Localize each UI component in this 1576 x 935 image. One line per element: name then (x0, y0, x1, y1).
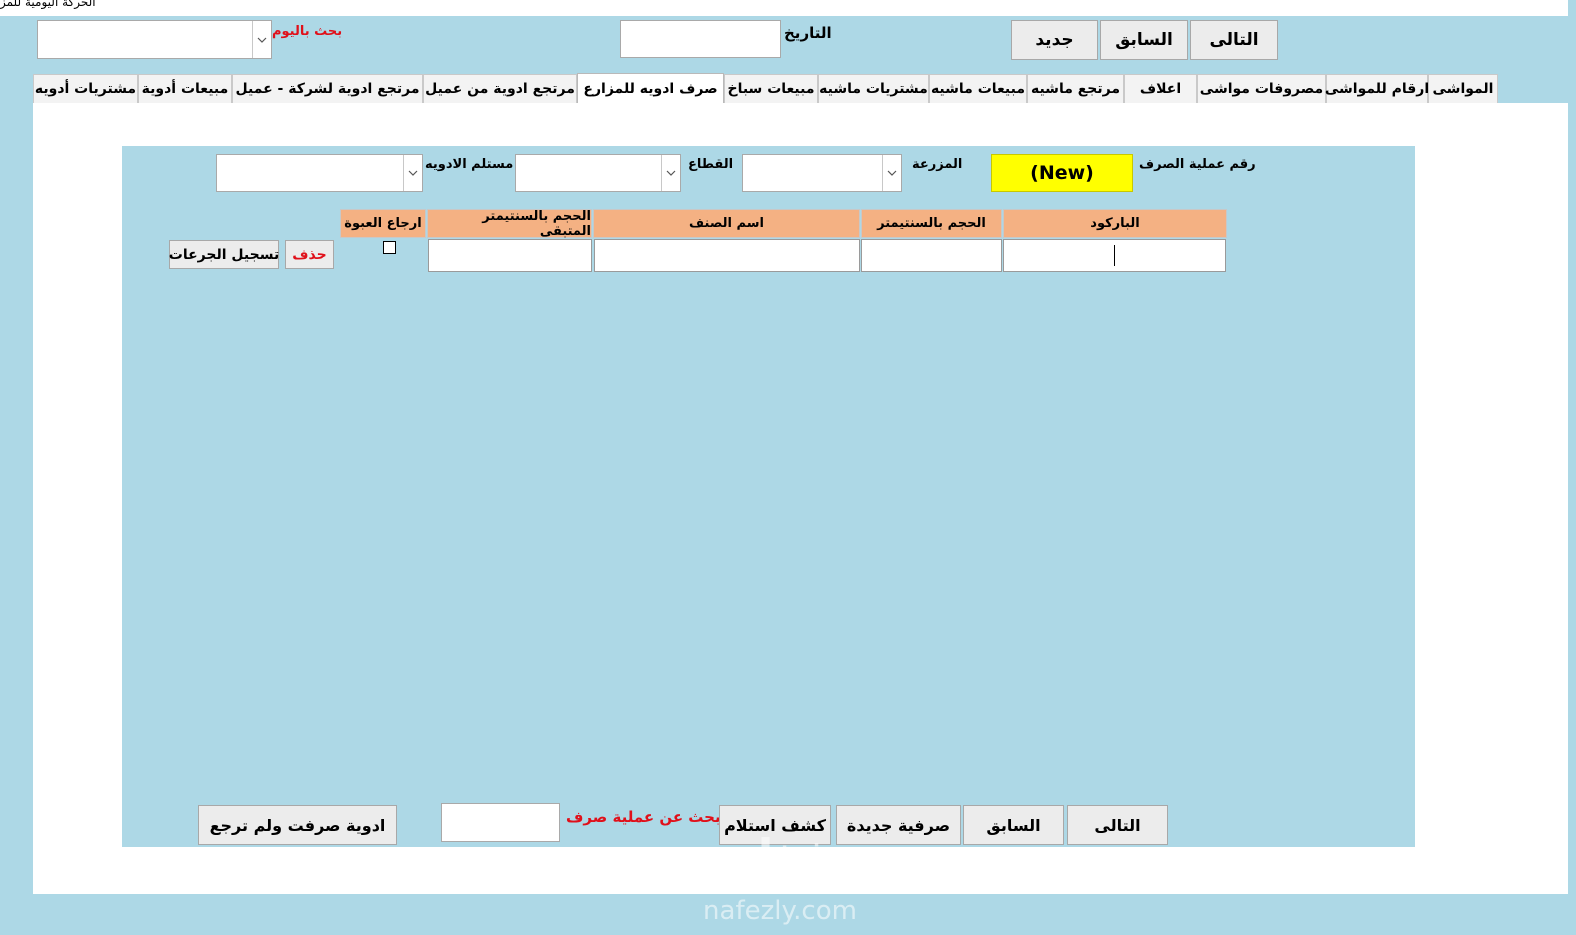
unreturned-medicines-button[interactable]: ادوية صرفت ولم ترجع (198, 805, 397, 845)
chevron-down-icon[interactable] (403, 155, 422, 191)
tab-livestock-expenses[interactable]: مصروفات مواشى (1197, 74, 1326, 103)
op-number-field[interactable]: (New) (991, 154, 1133, 192)
bottom-prev-button[interactable]: السابق (963, 805, 1064, 845)
bottom-next-button[interactable]: التالى (1067, 805, 1168, 845)
tab-manure-sales[interactable]: مبيعات سباخ (724, 74, 818, 103)
tab-livestock-purchases[interactable]: مشتريات ماشيه (818, 74, 929, 103)
tab-livestock-sales[interactable]: مبيعات ماشيه (929, 74, 1027, 103)
barcode-cell[interactable] (1003, 239, 1226, 272)
tab-livestock[interactable]: المواشى (1428, 74, 1498, 103)
tab-livestock-returns[interactable]: مرتجع ماشيه (1027, 74, 1124, 103)
volume-cm-cell[interactable] (861, 239, 1002, 272)
item-name-cell[interactable] (594, 239, 860, 272)
search-op-label: بحث عن عملية صرف (566, 808, 721, 826)
sector-label: القطاع (688, 157, 734, 172)
remaining-volume-cell[interactable] (428, 239, 592, 272)
return-pack-checkbox[interactable] (383, 241, 396, 254)
tab-farm-medicine-dispense[interactable]: صرف ادويه للمزارع (577, 73, 724, 103)
tab-strip: المواشى ارقام للمواشى مصروفات مواشى اعلا… (33, 73, 1498, 103)
date-field[interactable] (620, 20, 781, 58)
chevron-down-icon[interactable] (882, 155, 901, 191)
text-cursor (1114, 245, 1115, 266)
tab-livestock-numbers[interactable]: ارقام للمواشى (1325, 74, 1429, 103)
chevron-down-icon[interactable] (661, 155, 680, 191)
window-title-bar: الحركة اليومية للمز (0, 0, 1568, 16)
tab-medicine-sales[interactable]: مبيعات أدوية (138, 74, 232, 103)
next-record-button[interactable]: التالى (1190, 20, 1278, 60)
window-title: الحركة اليومية للمز (0, 0, 96, 9)
sector-combo[interactable] (515, 154, 681, 192)
col-return-pack: ارجاع العبوة (340, 209, 426, 238)
search-by-day-combo[interactable] (37, 20, 272, 59)
register-doses-button[interactable]: تسجيل الجرعات (169, 240, 279, 269)
col-remaining-volume: الحجم بالسنتيمتر المتبقى (427, 209, 592, 239)
delete-row-button[interactable]: حذف (285, 240, 334, 269)
col-volume-cm: الحجم بالسنتيمتر (861, 209, 1002, 238)
receiver-label: مستلم الادويه (425, 157, 514, 172)
tab-company-medicine-returns[interactable]: مرتجع ادوية لشركة - عميل (232, 74, 423, 103)
farm-combo[interactable] (742, 154, 902, 192)
farm-label: المزرعة (912, 157, 963, 172)
chevron-down-icon[interactable] (252, 21, 271, 58)
search-by-day-label: بحث باليوم (272, 24, 343, 39)
tab-medicine-purchases[interactable]: مشتريات أدويه (33, 74, 138, 103)
watermark-site: nafezly.com (703, 896, 857, 926)
col-barcode: الباركود (1003, 209, 1227, 238)
date-label: التاريخ (784, 24, 832, 42)
prev-record-button[interactable]: السابق (1100, 20, 1188, 60)
tab-customer-medicine-returns[interactable]: مرتجع ادوية من عميل (423, 74, 577, 103)
watermark-logo: نفذلي (709, 829, 851, 883)
receiver-combo[interactable] (216, 154, 423, 192)
search-op-field[interactable] (441, 803, 560, 842)
op-number-label: رقم عملية الصرف (1139, 157, 1256, 172)
new-record-button[interactable]: جديد (1011, 20, 1098, 60)
col-item-name: اسم الصنف (593, 209, 860, 238)
tab-fodder[interactable]: اعلاف (1124, 74, 1197, 103)
